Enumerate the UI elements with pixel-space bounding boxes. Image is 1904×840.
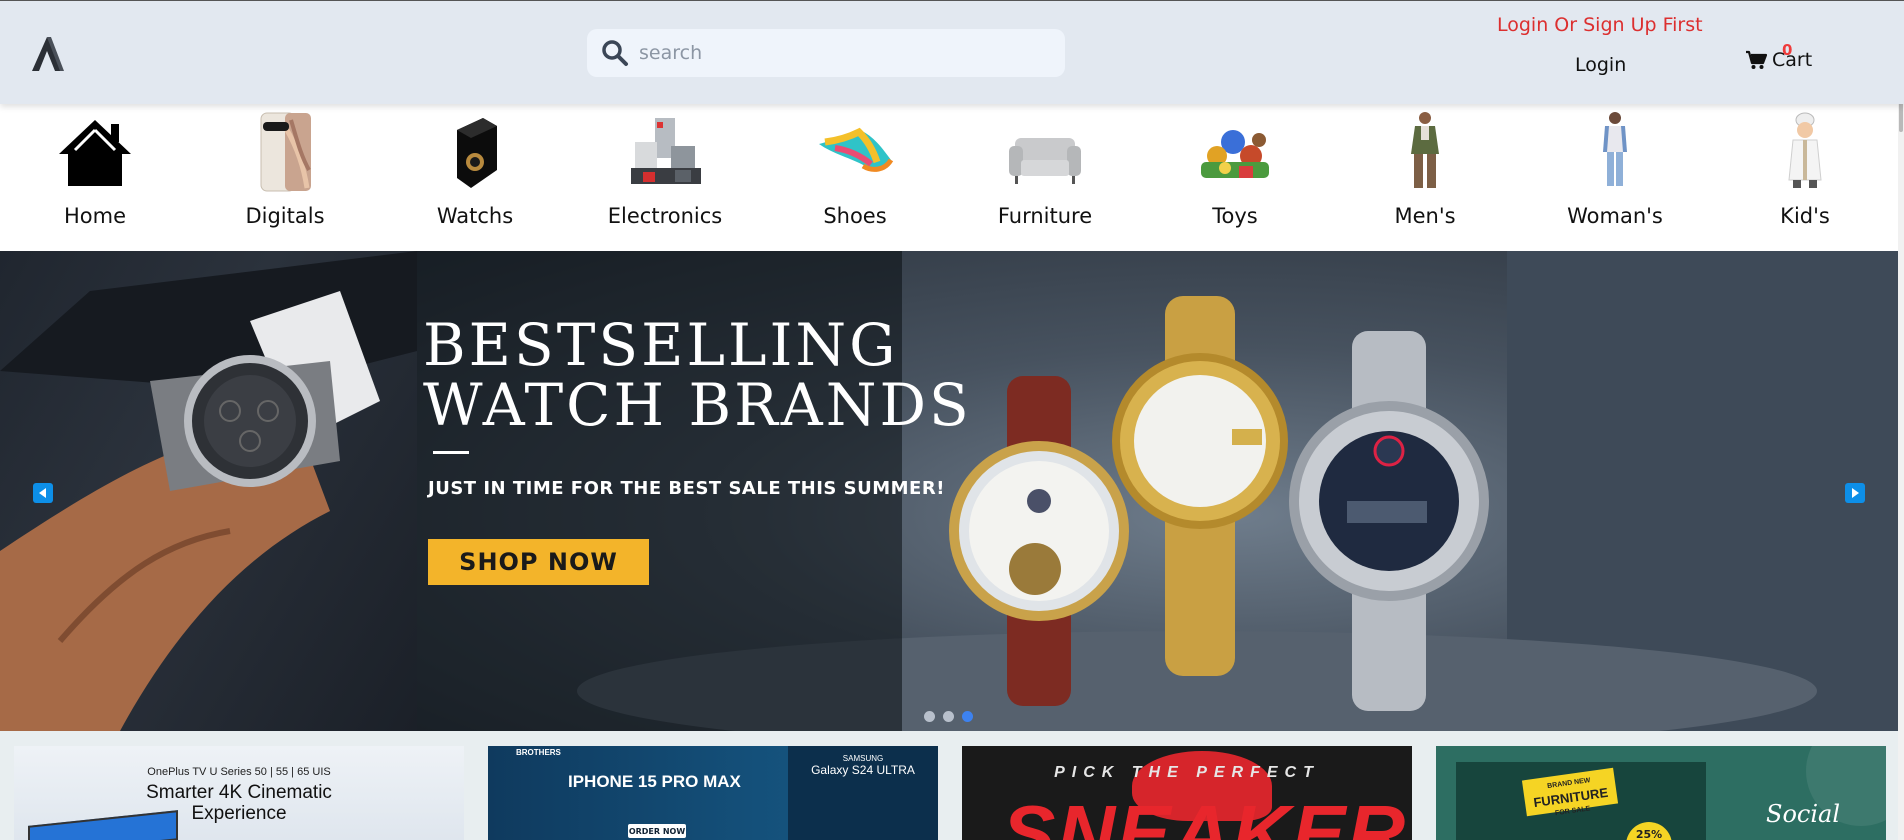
- sofa-icon: [1009, 138, 1081, 184]
- promo-card-sneaker[interactable]: PICK THE PERFECT SNEAKER: [962, 746, 1412, 840]
- shoe-icon: [819, 127, 894, 172]
- triangle-right-icon: [1852, 488, 1859, 498]
- category-label: Electronics: [607, 204, 723, 228]
- toys-icon: [1201, 130, 1269, 178]
- slider-dot-2[interactable]: [943, 711, 954, 722]
- slider-next-button[interactable]: [1845, 483, 1865, 503]
- promo-card-phones-title: IPHONE 15 PRO MAX: [568, 772, 741, 791]
- hero-slider: BESTSELLING WATCH BRANDS JUST IN TIME FO…: [0, 251, 1898, 731]
- login-prompt-text: Login Or Sign Up First: [1497, 14, 1703, 36]
- category-nav: Home Digitals Watchs Electronics Shoes F…: [0, 104, 1898, 251]
- banner-headline-line2: WATCH BRANDS: [423, 371, 972, 439]
- category-label: Kid's: [1780, 204, 1830, 228]
- login-link[interactable]: Login: [1575, 54, 1626, 76]
- banner-subline: JUST IN TIME FOR THE BEST SALE THIS SUMM…: [428, 478, 945, 499]
- promo-card-tv-top: OnePlus TV U Series 50 | 55 | 65 UIS: [147, 766, 331, 778]
- category-womans[interactable]: Woman's: [1540, 104, 1690, 251]
- category-kids[interactable]: Kid's: [1730, 104, 1880, 251]
- promo-card-phones-brand: BROTHERS: [516, 748, 561, 757]
- brand-logo-icon[interactable]: [28, 31, 68, 75]
- category-furniture[interactable]: Furniture: [970, 104, 1120, 251]
- slider-dot-1[interactable]: [924, 711, 935, 722]
- slider-pagination: [924, 711, 973, 722]
- category-label: Home: [63, 204, 126, 228]
- woman-icon: [1603, 112, 1627, 186]
- category-label: Toys: [1212, 204, 1258, 228]
- promo-card-tv[interactable]: OnePlus TV U Series 50 | 55 | 65 UIS Sma…: [14, 746, 464, 840]
- category-electronics[interactable]: Electronics: [590, 104, 740, 251]
- headline-divider: [433, 451, 469, 454]
- category-label: Shoes: [823, 204, 887, 228]
- man-icon: [1411, 112, 1439, 188]
- category-label: Woman's: [1567, 204, 1663, 228]
- electronics-icon: [631, 118, 701, 184]
- phone-icon: [260, 112, 311, 192]
- cart-button[interactable]: Cart: [1745, 49, 1812, 71]
- promo-card-samsung-label: SAMSUNG: [842, 754, 884, 763]
- cart-count-badge: 0: [1782, 41, 1793, 59]
- category-toys[interactable]: Toys: [1160, 104, 1310, 251]
- watch-icon: [457, 118, 497, 188]
- promo-card-samsung-model: Galaxy S24 ULTRA: [811, 763, 915, 777]
- promo-card-furniture[interactable]: BRAND NEW FURNITURE FOR SALE 25% Social: [1436, 746, 1886, 840]
- banner-wrist-image: [0, 251, 417, 731]
- category-label: Furniture: [997, 204, 1093, 228]
- search-bar: [587, 29, 1065, 77]
- page-scrollbar[interactable]: [1898, 0, 1904, 840]
- promo-card-sneaker-top: PICK THE PERFECT: [1054, 764, 1320, 781]
- promo-card-furniture-script: Social: [1766, 800, 1840, 828]
- category-label: Digitals: [245, 204, 325, 228]
- category-label: Watchs: [436, 204, 514, 228]
- triangle-left-icon: [39, 488, 46, 498]
- category-home[interactable]: Home: [20, 104, 170, 251]
- order-now-button[interactable]: ORDER NOW: [628, 824, 686, 838]
- home-icon: [59, 120, 131, 186]
- banner-headline-line1: BESTSELLING: [423, 311, 899, 379]
- promo-card-tv-headline: Smarter 4K Cinematic Experience: [146, 782, 332, 824]
- category-watchs[interactable]: Watchs: [400, 104, 550, 251]
- slider-dot-3[interactable]: [962, 711, 973, 722]
- category-mens[interactable]: Men's: [1350, 104, 1500, 251]
- category-shoes[interactable]: Shoes: [780, 104, 930, 251]
- search-icon[interactable]: [601, 39, 629, 67]
- slider-prev-button[interactable]: [33, 483, 53, 503]
- search-input[interactable]: [639, 42, 1039, 64]
- promo-card-phones[interactable]: BROTHERS IPHONE 15 PRO MAX SAMSUNG Galax…: [488, 746, 938, 840]
- shop-now-button[interactable]: SHOP NOW: [428, 539, 649, 585]
- category-label: Men's: [1394, 204, 1456, 228]
- category-digitals[interactable]: Digitals: [210, 104, 360, 251]
- promo-cards-row: OnePlus TV U Series 50 | 55 | 65 UIS Sma…: [0, 731, 1898, 840]
- cart-icon: [1746, 50, 1767, 69]
- promo-card-sneaker-headline: SNEAKER: [1002, 789, 1408, 840]
- top-header: Login Or Sign Up First Login Cart 0: [0, 0, 1904, 104]
- kid-icon: [1788, 112, 1822, 188]
